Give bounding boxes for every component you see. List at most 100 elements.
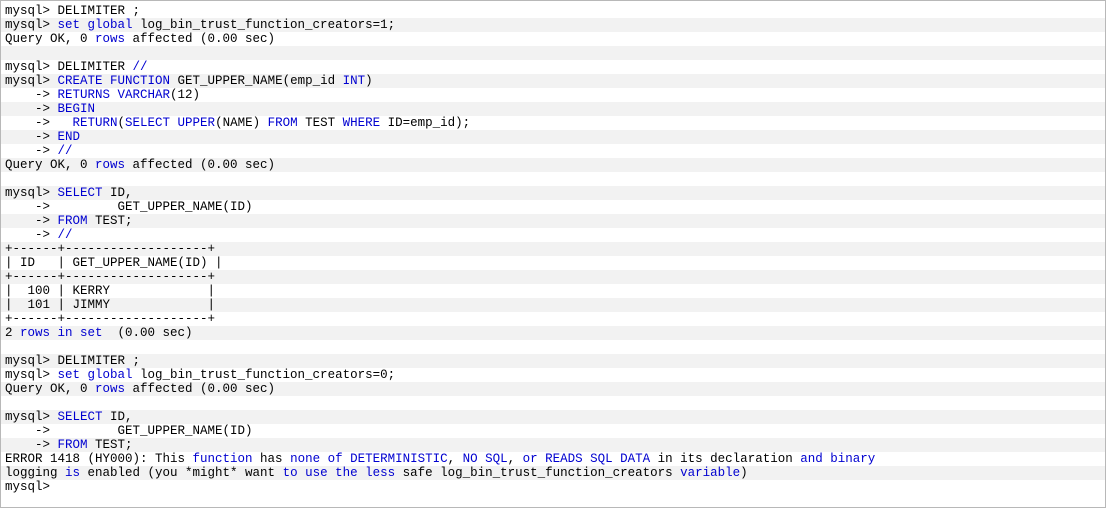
terminal-text: mysql> — [5, 186, 58, 200]
sql-keyword: SELECT UPPER — [125, 116, 216, 130]
terminal-line: -> // — [1, 144, 1105, 158]
terminal-line — [1, 396, 1105, 410]
terminal-text: mysql> — [5, 480, 51, 494]
terminal-text: TEST — [297, 116, 343, 130]
terminal-text: affected (0.00 sec) — [125, 158, 276, 172]
sql-keyword: END — [57, 130, 81, 144]
terminal-line: -> FROM TEST; — [1, 214, 1105, 228]
terminal-window[interactable]: mysql> DELIMITER ; mysql> set global log_… — [0, 0, 1106, 508]
terminal-line: 2 rows in set (0.00 sec) — [1, 326, 1105, 340]
terminal-line: +------+-------------------+ — [1, 270, 1105, 284]
terminal-line: | 100 | KERRY | — [1, 284, 1105, 298]
terminal-text: ERROR 1418 (HY000): This — [5, 452, 193, 466]
terminal-text: ) — [365, 74, 373, 88]
terminal-line: mysql> set global log_bin_trust_function… — [1, 368, 1105, 382]
sql-keyword: RETURNS VARCHAR — [57, 88, 171, 102]
terminal-text: mysql> — [5, 368, 58, 382]
sql-keyword: // — [132, 60, 148, 74]
terminal-text: | 100 | KERRY | — [5, 284, 216, 298]
sql-keyword: BEGIN — [57, 102, 96, 116]
terminal-line: Query OK, 0 rows affected (0.00 sec) — [1, 382, 1105, 396]
terminal-line: -> GET_UPPER_NAME(ID) — [1, 424, 1105, 438]
terminal-line: logging is enabled (you *might* want to … — [1, 466, 1105, 480]
terminal-text: mysql> — [5, 410, 58, 424]
terminal-text: Query OK, 0 — [5, 32, 96, 46]
terminal-text: log_bin_trust_function_creators=1; — [132, 18, 396, 32]
terminal-text: ID=emp_id); — [380, 116, 471, 130]
terminal-text: logging — [5, 466, 66, 480]
terminal-text: -> — [5, 438, 58, 452]
terminal-text: -> GET_UPPER_NAME(ID) — [5, 200, 253, 214]
terminal-text: | 101 | JIMMY | — [5, 298, 216, 312]
terminal-line: -> FROM TEST; — [1, 438, 1105, 452]
terminal-line: Query OK, 0 rows affected (0.00 sec) — [1, 32, 1105, 46]
terminal-line: Query OK, 0 rows affected (0.00 sec) — [1, 158, 1105, 172]
sql-keyword: SELECT — [57, 186, 103, 200]
terminal-text: Query OK, 0 — [5, 382, 96, 396]
sql-keyword: INT — [342, 74, 366, 88]
terminal-text: mysql> DELIMITER ; — [5, 4, 141, 18]
terminal-line: ERROR 1418 (HY000): This function has no… — [1, 452, 1105, 466]
terminal-text: enabled (you *might* want — [80, 466, 283, 480]
terminal-line — [1, 172, 1105, 186]
sql-keyword: FROM — [267, 116, 298, 130]
sql-keyword: rows — [95, 382, 126, 396]
terminal-line: mysql> SELECT ID, — [1, 186, 1105, 200]
terminal-text: (0.00 sec) — [102, 326, 193, 340]
terminal-line: mysql> CREATE FUNCTION GET_UPPER_NAME(em… — [1, 74, 1105, 88]
terminal-text: -> — [5, 214, 58, 228]
sql-keyword: SELECT — [57, 410, 103, 424]
sql-keyword: to use the less — [282, 466, 396, 480]
terminal-line: -> RETURNS VARCHAR(12) — [1, 88, 1105, 102]
terminal-text: , — [447, 452, 463, 466]
terminal-line — [1, 340, 1105, 354]
terminal-text: -> — [5, 88, 58, 102]
terminal-text: , — [507, 452, 523, 466]
sql-keyword: none of DETERMINISTIC — [290, 452, 448, 466]
terminal-text: ID, — [102, 186, 133, 200]
terminal-text: in its declaration — [650, 452, 801, 466]
terminal-text: mysql> DELIMITER — [5, 60, 133, 74]
terminal-line: +------+-------------------+ — [1, 242, 1105, 256]
terminal-text: (12) — [170, 88, 201, 102]
terminal-line: -> // — [1, 228, 1105, 242]
terminal-text: affected (0.00 sec) — [125, 32, 276, 46]
terminal-text: -> — [5, 130, 58, 144]
sql-keyword: is — [65, 466, 81, 480]
terminal-text: ID, — [102, 410, 133, 424]
terminal-text: -> GET_UPPER_NAME(ID) — [5, 424, 253, 438]
terminal-text: +------+-------------------+ — [5, 270, 216, 284]
sql-keyword: CREATE FUNCTION — [57, 74, 171, 88]
sql-keyword: // — [57, 228, 73, 242]
terminal-text: | ID | GET_UPPER_NAME(ID) | — [5, 256, 223, 270]
terminal-text: affected (0.00 sec) — [125, 382, 276, 396]
terminal-text: log_bin_trust_function_creators=0; — [132, 368, 396, 382]
terminal-text: GET_UPPER_NAME(emp_id — [170, 74, 343, 88]
terminal-text: ) — [740, 466, 748, 480]
sql-keyword: FROM — [57, 438, 88, 452]
terminal-line: +------+-------------------+ — [1, 312, 1105, 326]
terminal-text: TEST; — [87, 214, 133, 228]
sql-keyword: RETURN — [72, 116, 118, 130]
sql-keyword: set global — [57, 18, 133, 32]
terminal-line — [1, 46, 1105, 60]
sql-keyword: rows — [95, 158, 126, 172]
terminal-text: mysql> — [5, 74, 58, 88]
terminal-text: mysql> DELIMITER ; — [5, 354, 141, 368]
terminal-text: -> — [5, 144, 58, 158]
sql-keyword: and binary — [800, 452, 876, 466]
terminal-text: +------+-------------------+ — [5, 312, 216, 326]
terminal-text: 2 — [5, 326, 21, 340]
terminal-line: mysql> set global log_bin_trust_function… — [1, 18, 1105, 32]
terminal-line: mysql> DELIMITER ; — [1, 354, 1105, 368]
sql-keyword: rows — [95, 32, 126, 46]
sql-keyword: rows in set — [20, 326, 103, 340]
terminal-line: mysql> SELECT ID, — [1, 410, 1105, 424]
sql-keyword: set global — [57, 368, 133, 382]
terminal-text: (NAME) — [215, 116, 268, 130]
terminal-line: | 101 | JIMMY | — [1, 298, 1105, 312]
terminal-line: -> END — [1, 130, 1105, 144]
terminal-text: Query OK, 0 — [5, 158, 96, 172]
terminal-output[interactable]: mysql> DELIMITER ; mysql> set global log_… — [1, 1, 1105, 494]
sql-keyword: function — [192, 452, 253, 466]
